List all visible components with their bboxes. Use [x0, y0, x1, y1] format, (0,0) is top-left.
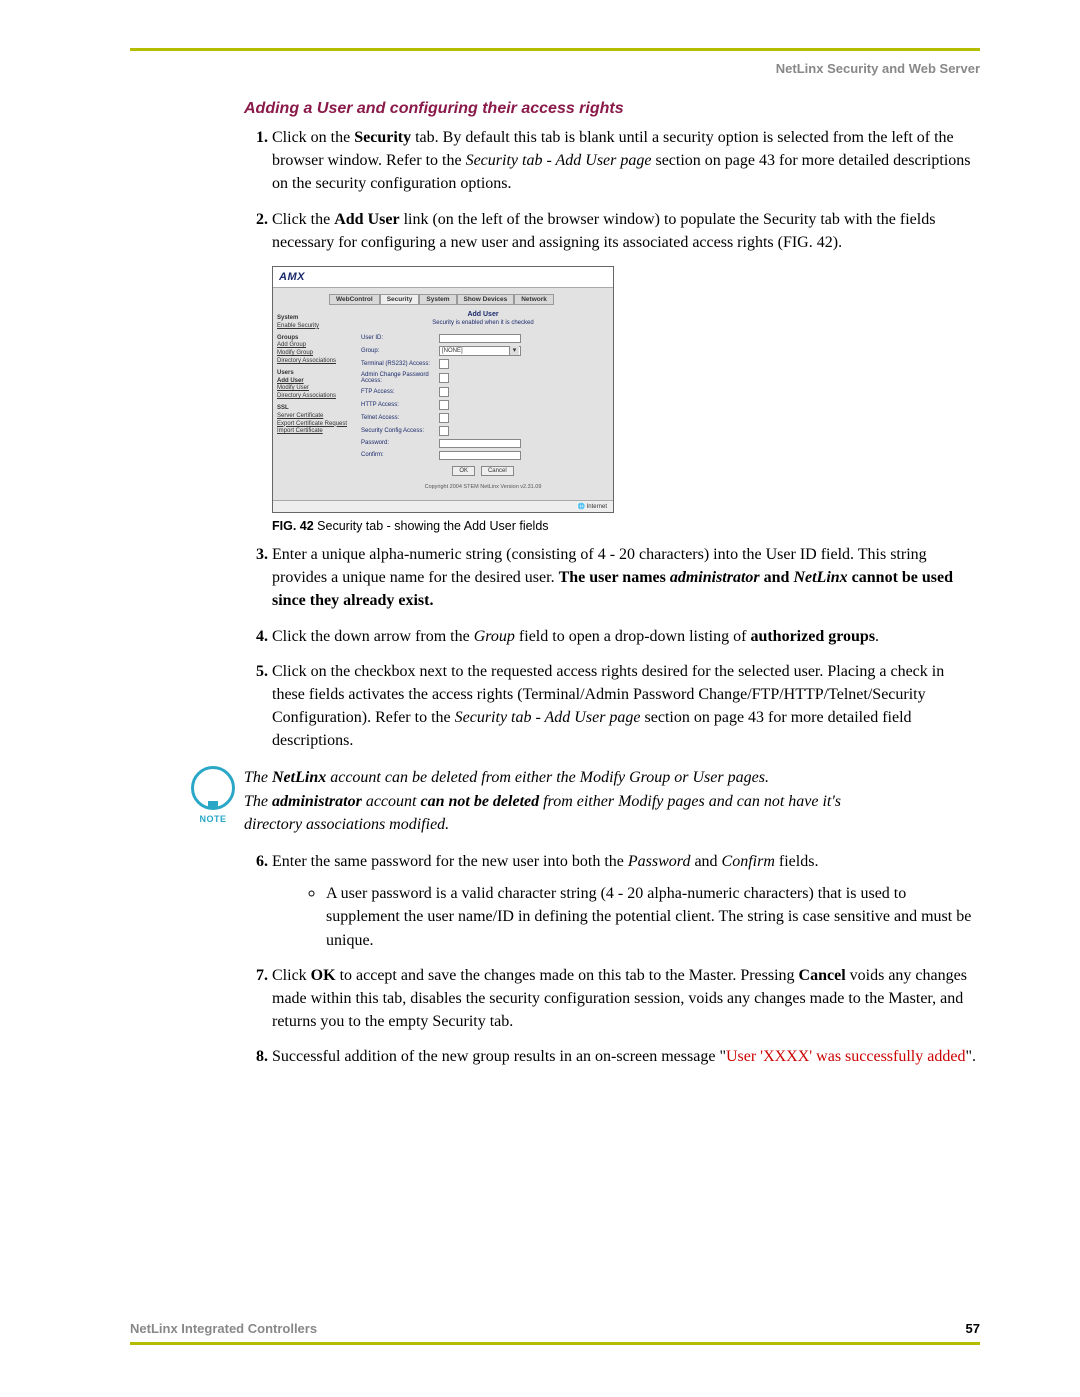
step-3: Enter a unique alpha-numeric string (con… [272, 543, 980, 613]
step-2: Click the Add User link (on the left of … [272, 208, 980, 254]
telnet-checkbox[interactable] [439, 413, 449, 423]
page-number: 57 [966, 1321, 980, 1336]
bulb-icon [191, 766, 235, 810]
cancel-button[interactable]: Cancel [481, 466, 514, 476]
copyright-text: Copyright 2004 STEM NetLinx Version v2.3… [361, 484, 605, 490]
side-enable-security[interactable]: Enable Security [277, 323, 349, 331]
note-block: NOTE The NetLinx account can be deleted … [182, 766, 980, 836]
instruction-list-cont2: Enter the same password for the new user… [244, 850, 980, 1069]
tab-security[interactable]: Security [380, 294, 420, 305]
side-nav: System Enable Security Groups Add Group … [273, 305, 353, 500]
side-export-cert[interactable]: Export Certificate Request [277, 421, 349, 429]
section-heading: Adding a User and configuring their acce… [244, 100, 980, 118]
terminal-checkbox[interactable] [439, 359, 449, 369]
side-add-group[interactable]: Add Group [277, 342, 349, 350]
note-label: NOTE [182, 814, 244, 824]
figure-caption: FIG. 42 Security tab - showing the Add U… [272, 519, 980, 533]
side-modify-group[interactable]: Modify Group [277, 350, 349, 358]
user-id-input[interactable] [439, 334, 521, 343]
footer-title: NetLinx Integrated Controllers [130, 1321, 317, 1336]
form-title: Add User [361, 311, 605, 318]
ok-button[interactable]: OK [452, 466, 475, 476]
instruction-list: Click on the Security tab. By default th… [244, 126, 980, 254]
group-select[interactable]: [NONE] [439, 346, 521, 356]
side-add-user[interactable]: Add User [277, 378, 349, 386]
step-6: Enter the same password for the new user… [272, 850, 980, 952]
step-8: Successful addition of the new group res… [272, 1045, 980, 1068]
form-subtitle: Security is enabled when it is checked [361, 320, 605, 326]
tab-network[interactable]: Network [514, 294, 554, 305]
side-dir-assoc-1[interactable]: Directory Associations [277, 358, 349, 366]
side-dir-assoc-2[interactable]: Directory Associations [277, 393, 349, 401]
ftp-checkbox[interactable] [439, 387, 449, 397]
tab-webcontrol[interactable]: WebControl [329, 294, 380, 305]
confirm-input[interactable] [439, 451, 521, 460]
admin-pwd-checkbox[interactable] [439, 373, 449, 383]
password-input[interactable] [439, 439, 521, 448]
side-modify-user[interactable]: Modify User [277, 385, 349, 393]
tab-show-devices[interactable]: Show Devices [457, 294, 515, 305]
step-1: Click on the Security tab. By default th… [272, 126, 980, 196]
instruction-list-cont: Enter a unique alpha-numeric string (con… [244, 543, 980, 753]
step-7: Click OK to accept and save the changes … [272, 964, 980, 1034]
side-import-cert[interactable]: Import Certificate [277, 428, 349, 436]
step-5: Click on the checkbox next to the reques… [272, 660, 980, 753]
side-server-cert[interactable]: Server Certificate [277, 413, 349, 421]
security-config-checkbox[interactable] [439, 426, 449, 436]
header-title: NetLinx Security and Web Server [130, 61, 980, 76]
step-6-sub: A user password is a valid character str… [326, 879, 980, 952]
tab-system[interactable]: System [419, 294, 456, 305]
amx-logo: AMX [273, 267, 613, 288]
http-checkbox[interactable] [439, 400, 449, 410]
step-4: Click the down arrow from the Group fiel… [272, 625, 980, 648]
status-bar: 🌐 Internet [273, 500, 613, 512]
figure-42: AMX WebControl Security System Show Devi… [272, 266, 980, 513]
